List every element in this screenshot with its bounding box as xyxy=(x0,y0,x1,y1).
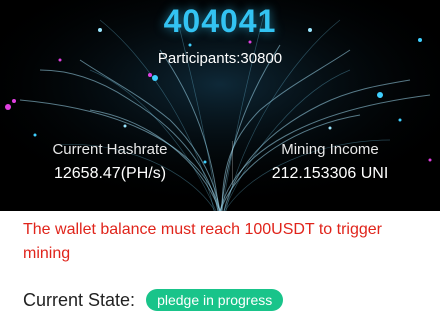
balance-requirement-notice: The wallet balance must reach 100USDT to… xyxy=(23,221,382,262)
current-state-row: Current State: pledge in progress xyxy=(23,289,284,311)
mining-hero-panel: 404041 Participants:30800 Current Hashra… xyxy=(0,0,440,211)
income-value: 212.153306 UNI xyxy=(271,165,389,182)
block-height-value: 404041 xyxy=(163,3,277,39)
current-state-label: Current State: xyxy=(23,289,136,310)
hashrate-stat: Current Hashrate 12658.47(PH/s) xyxy=(0,141,220,191)
hashrate-label: Current Hashrate xyxy=(52,141,168,158)
hashrate-value: 12658.47(PH/s) xyxy=(53,165,167,182)
income-stat: Mining Income 212.153306 UNI xyxy=(220,141,440,191)
participants-count: Participants:30800 xyxy=(157,50,283,67)
income-label: Mining Income xyxy=(281,141,379,158)
mining-stats: Current Hashrate 12658.47(PH/s) Mining I… xyxy=(0,141,440,191)
state-status-badge: pledge in progress xyxy=(146,289,284,311)
